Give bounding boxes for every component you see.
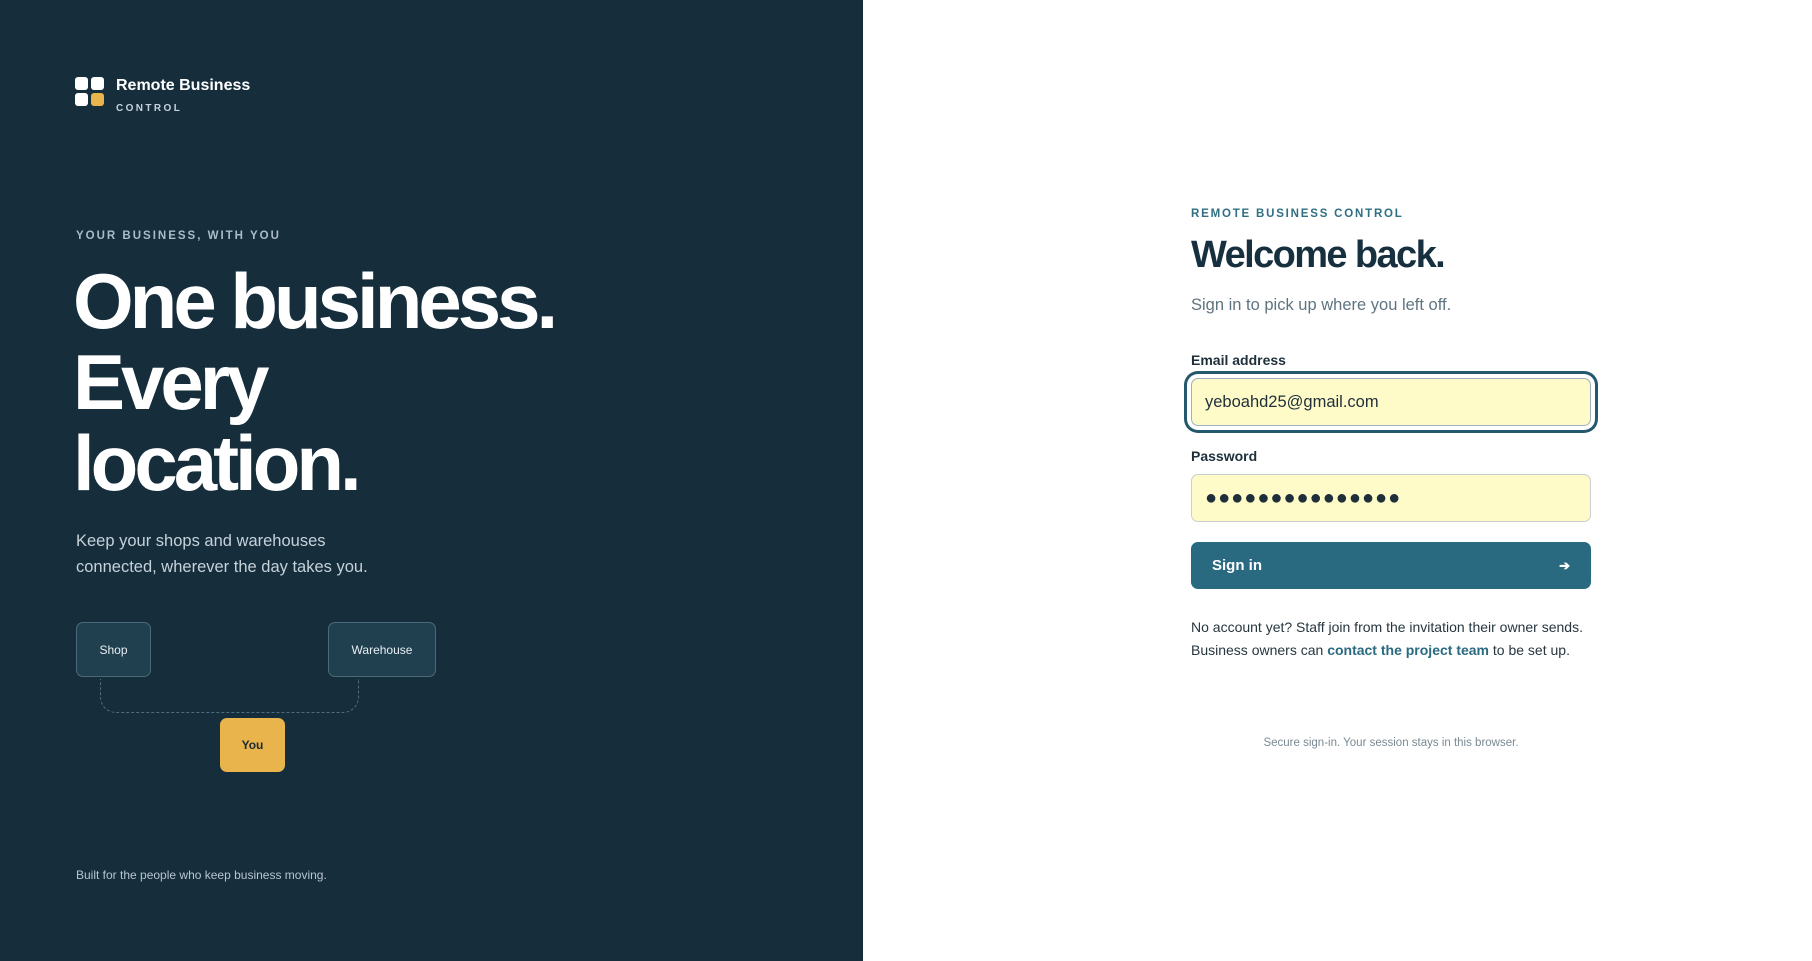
signin-panel: REMOTE BUSINESS CONTROL Welcome back. Si… [863, 0, 1812, 961]
left-footer: Built for the people who keep business m… [76, 868, 327, 882]
page-subtitle: Sign in to pick up where you left off. [1191, 296, 1452, 314]
brand-logo-icon [75, 77, 104, 106]
help-suffix: to be set up. [1489, 642, 1570, 658]
email-label: Email address [1191, 352, 1286, 368]
hero-eyebrow: YOUR BUSINESS, WITH YOU [76, 230, 281, 242]
hero-heading: One business. Every location. [73, 261, 673, 504]
brand-panel: Remote Business CONTROL YOUR BUSINESS, W… [0, 0, 863, 961]
hero-lead: Keep your shops and warehouses connected… [76, 532, 368, 576]
password-field[interactable] [1191, 474, 1591, 522]
diagram-node-warehouse: Warehouse [328, 622, 436, 677]
email-field[interactable] [1191, 378, 1591, 426]
diagram-connector [100, 679, 359, 713]
brand-name: Remote Business [116, 77, 251, 94]
brand-lockup: Remote Business CONTROL [75, 77, 250, 114]
hero-line: Every [73, 338, 270, 426]
diagram-node-shop: Shop [76, 622, 151, 677]
hero-line: One business. [73, 257, 558, 345]
diagram-node-you: You [220, 718, 285, 772]
secure-note: Secure sign-in. Your session stays in th… [1263, 737, 1519, 749]
sign-in-button[interactable]: Sign in ➔ [1191, 542, 1591, 589]
sign-in-label: Sign in [1212, 557, 1262, 574]
contact-project-team-link[interactable]: contact the project team [1327, 642, 1489, 658]
form-eyebrow: REMOTE BUSINESS CONTROL [1191, 208, 1404, 220]
brand-subname: CONTROL [116, 103, 183, 114]
signup-help-text: No account yet? Staff join from the invi… [1191, 616, 1591, 662]
password-label: Password [1191, 448, 1258, 464]
page-title: Welcome back. [1191, 234, 1446, 276]
hero-line: location. [73, 419, 362, 507]
arrow-right-icon: ➔ [1559, 557, 1570, 573]
